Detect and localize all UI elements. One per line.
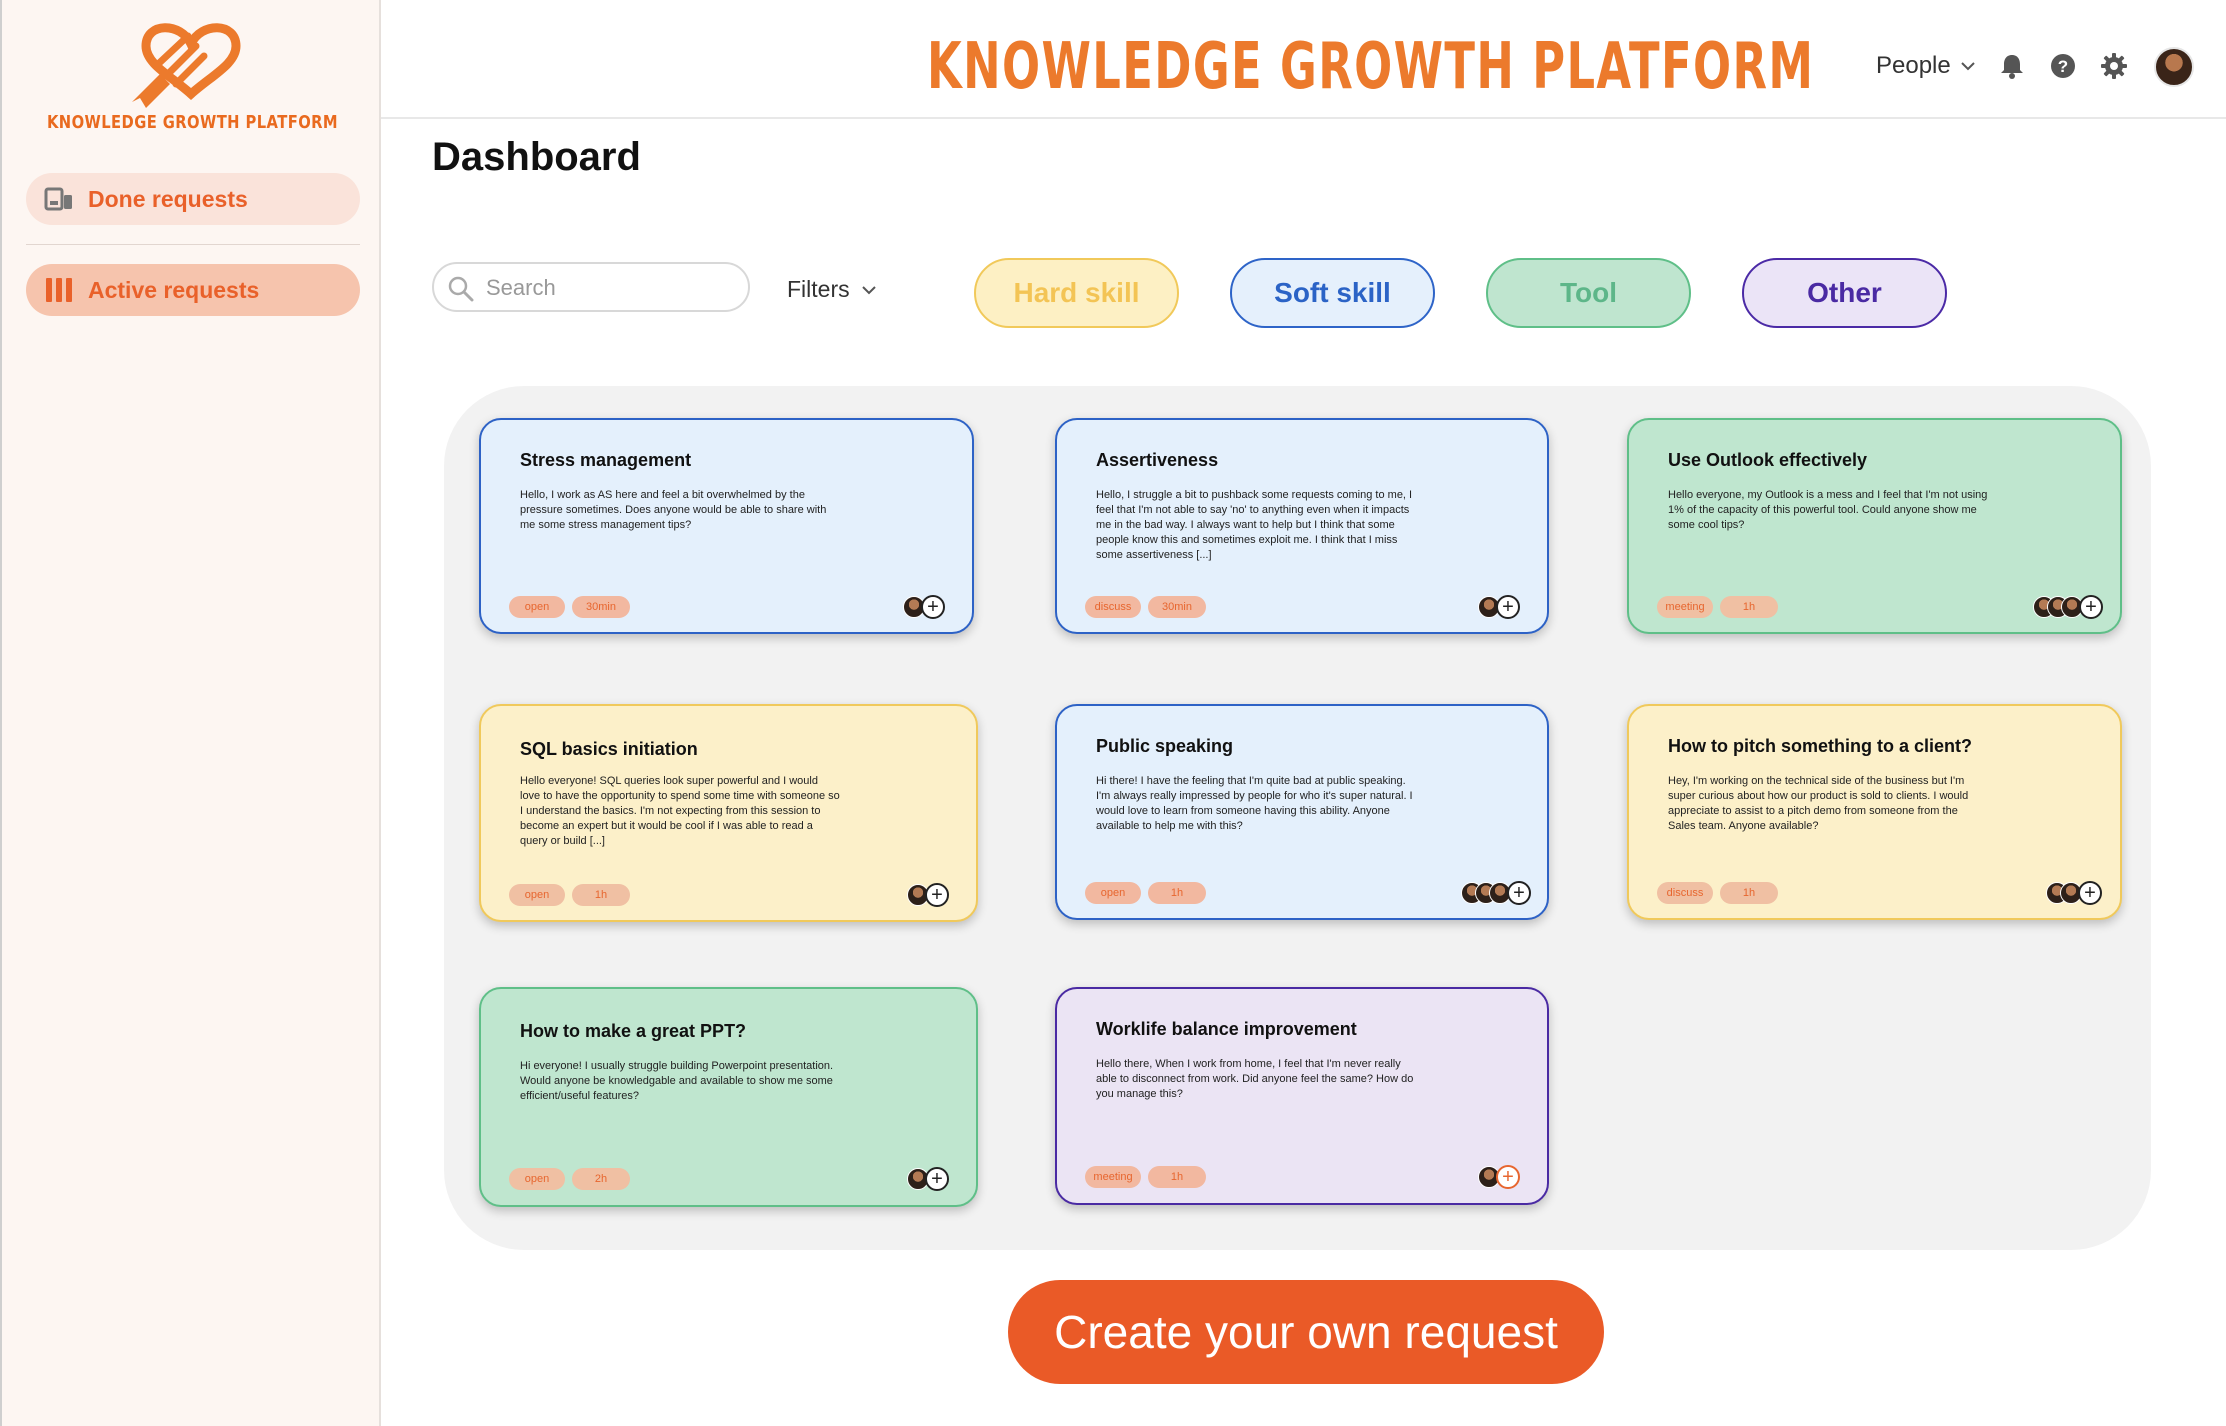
card-title: How to pitch something to a client? xyxy=(1668,736,1972,756)
top-header: KNOWLEDGE GROWTH PLATFORM People ? xyxy=(381,0,2226,119)
category-chip-other[interactable]: Other xyxy=(1742,258,1947,328)
brand-logo[interactable]: KNOWLEDGE GROWTH PLATFORM xyxy=(2,8,383,138)
card-description: Hello, I struggle a bit to pushback some… xyxy=(1096,489,1413,561)
join-plus-icon[interactable]: + xyxy=(925,1167,949,1191)
duration-tag: 1h xyxy=(1148,1166,1206,1188)
request-card[interactable]: Assertiveness Hello, I struggle a bit to… xyxy=(1055,418,1549,634)
archive-icon xyxy=(44,187,72,211)
duration-tag: 2h xyxy=(572,1168,630,1190)
status-tag: discuss xyxy=(1085,596,1141,618)
filters-label: Filters xyxy=(787,276,850,302)
join-plus-icon[interactable]: + xyxy=(1496,1165,1520,1189)
category-chip-tool[interactable]: Tool xyxy=(1486,258,1691,328)
request-card[interactable]: Use Outlook effectively Hello everyone, … xyxy=(1627,418,2122,634)
participants: + xyxy=(1478,1165,1520,1189)
filters-dropdown[interactable]: Filters xyxy=(787,276,876,303)
people-dropdown[interactable]: People xyxy=(1876,52,1975,80)
bell-icon[interactable] xyxy=(1998,52,2026,80)
card-description: Hey, I'm working on the technical side o… xyxy=(1668,775,1969,832)
search-icon xyxy=(448,276,474,302)
sidebar-divider xyxy=(26,244,360,245)
help-icon[interactable]: ? xyxy=(2049,52,2077,80)
request-card[interactable]: Worklife balance improvement Hello there… xyxy=(1055,987,1549,1205)
search-box[interactable] xyxy=(432,262,750,312)
card-title: How to make a great PPT? xyxy=(520,1021,747,1041)
card-title: Use Outlook effectively xyxy=(1668,450,1868,470)
join-plus-icon[interactable]: + xyxy=(925,883,949,907)
heart-book-logo-icon xyxy=(132,23,241,108)
sidebar: KNOWLEDGE GROWTH PLATFORM Done requests … xyxy=(0,0,381,1426)
duration-tag: 30min xyxy=(1148,596,1206,618)
user-avatar[interactable] xyxy=(2154,47,2194,87)
gear-icon[interactable] xyxy=(2100,52,2128,80)
status-tag: discuss xyxy=(1657,882,1713,904)
chevron-down-icon xyxy=(1961,62,1975,71)
request-card[interactable]: SQL basics initiation Hello everyone! SQ… xyxy=(479,704,978,922)
logo-text: KNOWLEDGE GROWTH PLATFORM xyxy=(46,112,339,133)
card-title: Stress management xyxy=(520,450,692,470)
join-plus-icon[interactable]: + xyxy=(2078,881,2102,905)
participants: + xyxy=(1461,881,1531,905)
status-tag: open xyxy=(509,596,565,618)
card-description: Hello, I work as AS here and feel a bit … xyxy=(520,489,827,531)
request-card[interactable]: Stress management Hello, I work as AS he… xyxy=(479,418,974,634)
request-card[interactable]: Public speaking Hi there! I have the fee… xyxy=(1055,704,1549,920)
duration-tag: 1h xyxy=(1720,882,1778,904)
participants: + xyxy=(2033,595,2103,619)
participants: + xyxy=(2046,881,2102,905)
svg-text:?: ? xyxy=(2058,57,2068,76)
card-title: Public speaking xyxy=(1096,736,1234,756)
card-title: Assertiveness xyxy=(1096,450,1219,470)
participants: + xyxy=(1478,595,1520,619)
status-tag: open xyxy=(1085,882,1141,904)
join-plus-icon[interactable]: + xyxy=(2079,595,2103,619)
sidebar-item-label: Active requests xyxy=(88,276,260,303)
join-plus-icon[interactable]: + xyxy=(1496,595,1520,619)
request-card[interactable]: How to pitch something to a client? Hey,… xyxy=(1627,704,2122,920)
card-description: Hi there! I have the feeling that I'm qu… xyxy=(1096,775,1413,832)
participants: + xyxy=(907,1167,949,1191)
card-description: Hello everyone, my Outlook is a mess and… xyxy=(1668,489,1988,531)
card-title: Worklife balance improvement xyxy=(1096,1019,1357,1039)
page-title: Dashboard xyxy=(432,135,641,179)
page-brand-title: KNOWLEDGE GROWTH PLATFORM xyxy=(927,30,1815,104)
status-tag: meeting xyxy=(1085,1166,1141,1188)
sidebar-item-label: Done requests xyxy=(88,185,248,212)
sidebar-item-active-requests[interactable]: Active requests xyxy=(26,264,360,316)
columns-icon xyxy=(46,278,72,302)
join-plus-icon[interactable]: + xyxy=(921,595,945,619)
card-title: SQL basics initiation xyxy=(520,739,698,759)
participants: + xyxy=(903,595,945,619)
create-request-button[interactable]: Create your own request xyxy=(1008,1280,1604,1384)
search-input[interactable] xyxy=(486,274,736,302)
status-tag: open xyxy=(509,1168,565,1190)
duration-tag: 30min xyxy=(572,596,630,618)
chevron-down-icon xyxy=(861,285,876,294)
status-tag: meeting xyxy=(1657,596,1713,618)
request-card[interactable]: How to make a great PPT? Hi everyone! I … xyxy=(479,987,978,1207)
card-description: Hello there, When I work from home, I fe… xyxy=(1096,1058,1414,1100)
people-label: People xyxy=(1876,52,1951,79)
category-chip-soft-skill[interactable]: Soft skill xyxy=(1230,258,1435,328)
duration-tag: 1h xyxy=(1148,882,1206,904)
participants: + xyxy=(907,883,949,907)
status-tag: open xyxy=(509,884,565,906)
card-description: Hello everyone! SQL queries look super p… xyxy=(520,775,840,847)
category-chip-hard-skill[interactable]: Hard skill xyxy=(974,258,1179,328)
sidebar-item-done-requests[interactable]: Done requests xyxy=(26,173,360,225)
card-description: Hi everyone! I usually struggle building… xyxy=(520,1060,834,1102)
duration-tag: 1h xyxy=(1720,596,1778,618)
duration-tag: 1h xyxy=(572,884,630,906)
join-plus-icon[interactable]: + xyxy=(1507,881,1531,905)
